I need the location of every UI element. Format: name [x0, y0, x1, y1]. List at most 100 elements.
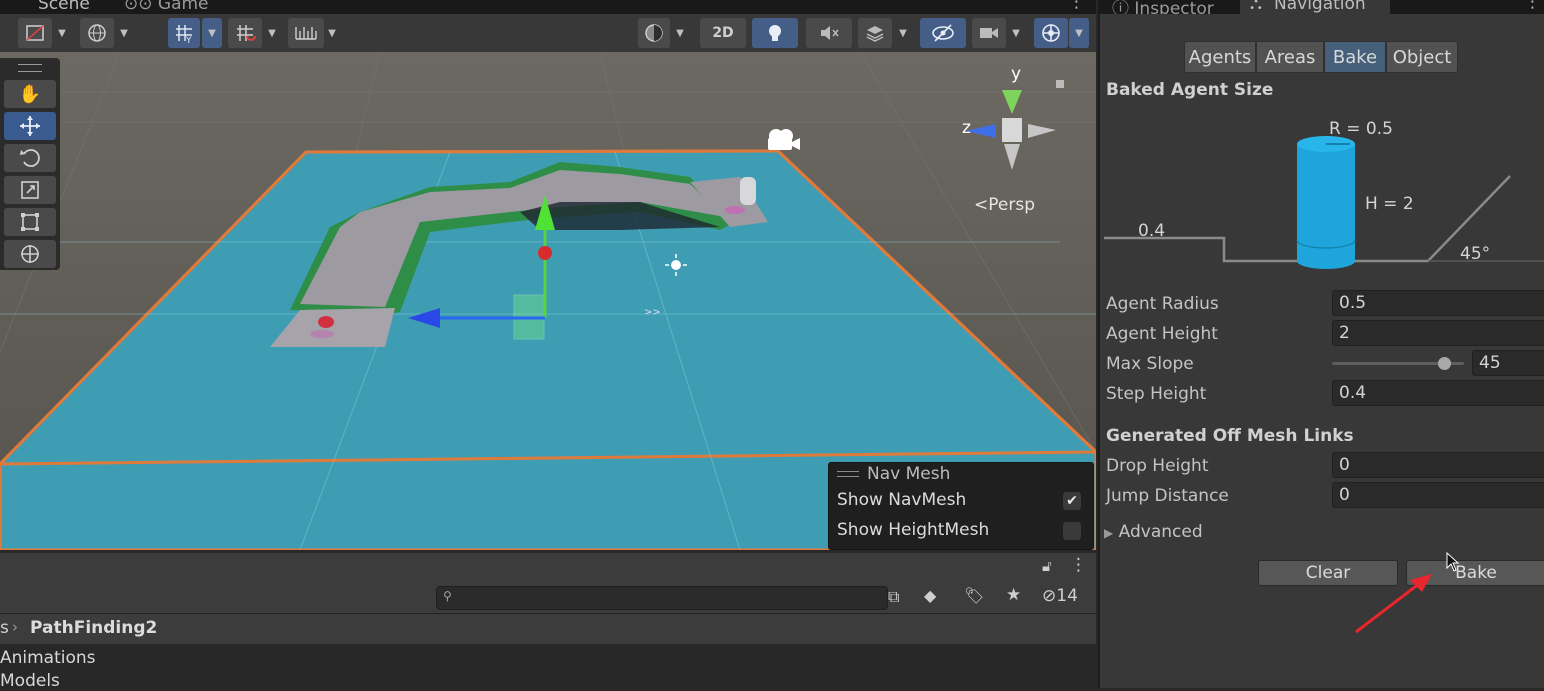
perspective-text: Persp: [988, 195, 1035, 215]
draw-mode-icon: [26, 25, 44, 41]
show-heightmesh-checkbox[interactable]: [1063, 522, 1081, 540]
svg-text:>>: >>: [644, 307, 661, 318]
tab-areas[interactable]: Areas: [1256, 41, 1324, 73]
diagram-slope-label: 45°: [1460, 244, 1491, 264]
rotate-tool-button[interactable]: [4, 144, 56, 172]
mute-icon: [821, 26, 839, 40]
hand-tool-button[interactable]: ✋: [4, 80, 56, 108]
gamepad-icon: ⊙⊙: [124, 0, 153, 14]
scene-camera-dropdown[interactable]: ▼: [1006, 18, 1026, 48]
more-menu-icon[interactable]: ⋮: [1068, 0, 1085, 12]
palette-drag-handle[interactable]: [18, 64, 42, 72]
search-by-type-icon[interactable]: ⧉: [888, 587, 899, 607]
draw-mode-dropdown[interactable]: ▼: [52, 18, 72, 48]
offmesh-links-header: Generated Off Mesh Links: [1106, 426, 1354, 446]
lighting-toggle-button[interactable]: [752, 18, 798, 48]
step-height-field[interactable]: 0.4: [1332, 380, 1544, 406]
move-arrows-icon: [20, 116, 40, 136]
gizmo-y-label[interactable]: y: [1011, 64, 1021, 84]
max-slope-slider-knob[interactable]: [1438, 357, 1452, 370]
right-panel-menu-icon[interactable]: ⋮: [1524, 0, 1541, 12]
overlay-drag-handle[interactable]: [837, 471, 859, 477]
scale-tool-button[interactable]: [4, 176, 56, 204]
hand-icon: ✋: [18, 83, 42, 105]
global-dropdown[interactable]: ▼: [114, 18, 134, 48]
lock-icon[interactable]: 🔓︎: [1042, 557, 1052, 575]
snap-increment-button[interactable]: [228, 18, 262, 48]
gizmo-z-label[interactable]: z: [962, 118, 971, 138]
right-tab-bar: ⓘ Inspector ⛬ Navigation ⋮: [1098, 0, 1544, 14]
show-navmesh-checkbox[interactable]: ✔: [1063, 492, 1081, 510]
hidden-count: 14: [1056, 586, 1078, 606]
scene-toolbar: ▼ ▼ Y ▼ ▼ ▼ ▼ 2D ▼ ▼ ▼: [0, 14, 1096, 53]
increment-snap-button[interactable]: [288, 18, 324, 48]
breadcrumb-prev[interactable]: s: [0, 618, 9, 638]
tab-object[interactable]: Object: [1386, 41, 1458, 73]
search-icon: ⚲: [443, 589, 452, 603]
effects-dropdown[interactable]: ▼: [893, 18, 913, 48]
grid-magnet-icon: [237, 25, 256, 41]
tab-inspector[interactable]: ⓘ Inspector: [1112, 0, 1214, 14]
transform-tool-button[interactable]: [4, 240, 56, 268]
tab-bake[interactable]: Bake: [1324, 41, 1386, 73]
increment-snap-dropdown[interactable]: ▼: [322, 18, 342, 48]
audio-toggle-button[interactable]: [806, 18, 852, 48]
2d-toggle-button[interactable]: 2D: [700, 18, 746, 48]
panel-menu-icon[interactable]: ⋮: [1070, 555, 1087, 575]
mouse-cursor-icon: [1446, 552, 1460, 572]
move-tool-button[interactable]: [4, 112, 56, 140]
eye-hidden-icon: [932, 24, 954, 42]
chevron-right-icon: ›: [12, 618, 18, 636]
overlay-title: Nav Mesh: [867, 464, 951, 484]
eye-slash-icon: ⊘: [1042, 586, 1057, 606]
perspective-label[interactable]: <Persp: [974, 195, 1035, 215]
gizmos-dropdown[interactable]: ▼: [1069, 18, 1089, 48]
folder-item-models[interactable]: Models: [0, 671, 60, 691]
grid-snap-button[interactable]: Y: [168, 18, 200, 48]
tab-navigation[interactable]: ⛬ Navigation: [1240, 0, 1390, 14]
agent-height-field[interactable]: 2: [1332, 320, 1544, 346]
tab-agents[interactable]: Agents: [1184, 41, 1256, 73]
jump-distance-label: Jump Distance: [1106, 486, 1229, 506]
grid-y-icon: Y: [176, 25, 192, 44]
tab-scene[interactable]: Scene: [38, 0, 90, 14]
advanced-foldout[interactable]: ▶ Advanced: [1104, 522, 1203, 542]
tool-palette: ✋: [0, 58, 60, 270]
advanced-label: Advanced: [1118, 522, 1203, 542]
jump-distance-field[interactable]: 0: [1332, 482, 1544, 508]
grid-snap-dropdown[interactable]: ▼: [202, 18, 222, 48]
show-navmesh-label: Show NavMesh: [837, 490, 967, 510]
shading-mode-dropdown[interactable]: ▼: [670, 18, 690, 48]
breadcrumb-current[interactable]: PathFinding2: [30, 618, 157, 638]
draw-mode-button[interactable]: [18, 18, 52, 48]
rect-tool-button[interactable]: [4, 208, 56, 236]
global-button[interactable]: [80, 18, 114, 48]
scene-camera-button[interactable]: [972, 18, 1006, 48]
snap-increment-dropdown[interactable]: ▼: [262, 18, 282, 48]
hidden-packages-button[interactable]: ⊘14: [1042, 586, 1078, 606]
tab-game[interactable]: ⊙⊙ Game: [124, 0, 209, 14]
layers-effects-icon: [866, 26, 884, 42]
ruler-icon: [295, 27, 317, 40]
effects-button[interactable]: [858, 18, 892, 48]
perspective-icon: <: [974, 195, 989, 215]
favorites-star-icon[interactable]: ★: [1006, 585, 1021, 605]
gizmos-button[interactable]: [1034, 18, 1068, 48]
diagram-step-label: 0.4: [1138, 221, 1166, 241]
filter-by-type-icon[interactable]: ◆: [924, 586, 936, 605]
filter-by-label-icon[interactable]: 🏷︎: [964, 586, 984, 605]
max-slope-field[interactable]: 45: [1472, 350, 1544, 376]
max-slope-slider[interactable]: [1332, 357, 1464, 370]
show-heightmesh-label: Show HeightMesh: [837, 520, 990, 540]
shading-mode-button[interactable]: [638, 18, 670, 48]
camera-icon: [980, 28, 998, 38]
project-search-input[interactable]: ⚲: [436, 586, 888, 610]
folder-item-animations[interactable]: Animations: [0, 648, 96, 668]
rotate-icon: [20, 149, 40, 167]
scene-visibility-button[interactable]: [920, 18, 966, 48]
drop-height-field[interactable]: 0: [1332, 452, 1544, 478]
agent-radius-field[interactable]: 0.5: [1332, 290, 1544, 316]
navigation-icon: ⛬: [1250, 0, 1262, 14]
sphere-shading-icon: [645, 24, 663, 42]
svg-text:Y: Y: [185, 36, 192, 44]
